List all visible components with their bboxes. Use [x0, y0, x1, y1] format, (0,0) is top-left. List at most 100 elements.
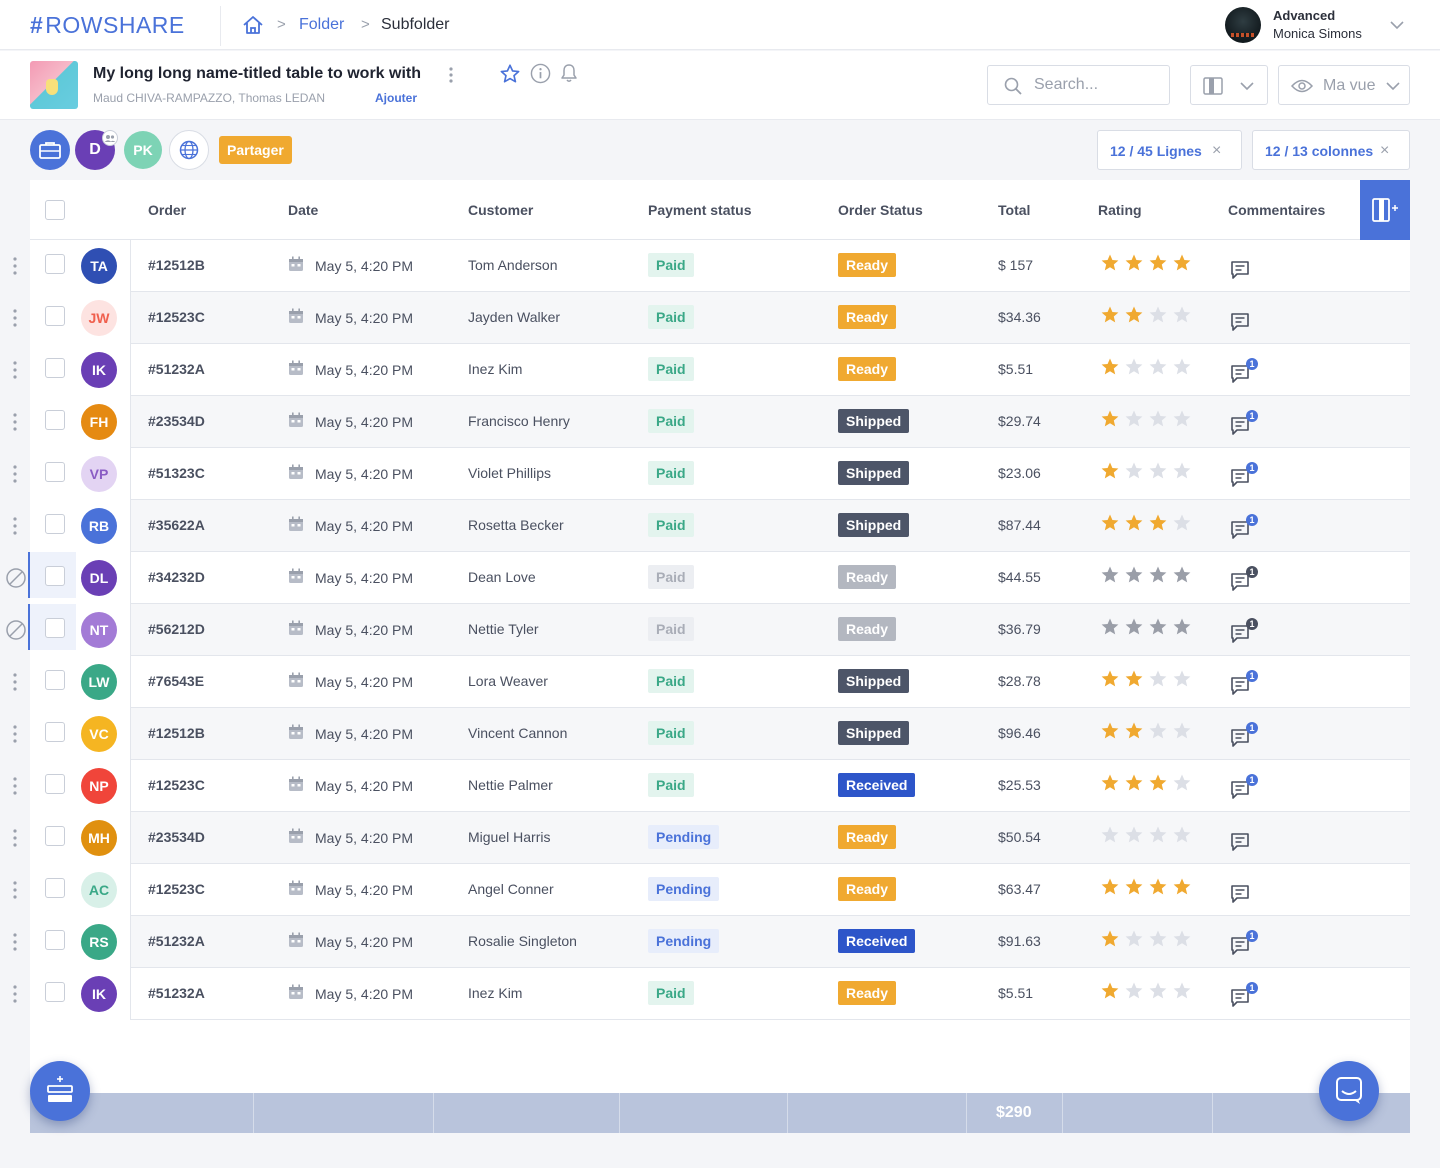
rating-stars[interactable]: [1100, 409, 1200, 431]
comment-icon[interactable]: [1230, 878, 1264, 908]
row-checkbox[interactable]: [45, 826, 65, 846]
comment-icon[interactable]: 1: [1230, 358, 1264, 388]
order-id[interactable]: #12523C: [148, 881, 205, 897]
add-author-link[interactable]: Ajouter: [375, 91, 417, 105]
row-avatar[interactable]: IK: [81, 976, 117, 1012]
comment-icon[interactable]: 1: [1230, 618, 1264, 648]
row-checkbox[interactable]: [45, 514, 65, 534]
row-avatar[interactable]: VP: [81, 456, 117, 492]
document-title[interactable]: My long long name-titled table to work w…: [93, 65, 421, 83]
row-filter-chip[interactable]: 12 / 45 Lignes ×: [1097, 130, 1242, 170]
chevron-down-icon[interactable]: [1390, 20, 1404, 30]
user-avatar[interactable]: [1225, 7, 1261, 43]
comment-icon[interactable]: 1: [1230, 722, 1264, 752]
order-id[interactable]: #51232A: [148, 933, 205, 949]
row-checkbox[interactable]: [45, 670, 65, 690]
star-icon[interactable]: [1148, 981, 1168, 1001]
row-avatar[interactable]: LW: [81, 664, 117, 700]
row-avatar[interactable]: RB: [81, 508, 117, 544]
star-icon[interactable]: [1172, 461, 1192, 481]
rating-stars[interactable]: [1100, 513, 1200, 535]
row-checkbox[interactable]: [45, 254, 65, 274]
star-icon[interactable]: [1100, 981, 1120, 1001]
star-icon[interactable]: [1100, 825, 1120, 845]
rating-stars[interactable]: [1100, 565, 1200, 587]
row-checkbox[interactable]: [45, 722, 65, 742]
order-id[interactable]: #35622A: [148, 517, 205, 533]
drag-handle-icon[interactable]: [12, 360, 18, 380]
column-header-rating[interactable]: Rating: [1098, 202, 1142, 218]
star-icon[interactable]: [1124, 357, 1144, 377]
row-avatar[interactable]: RS: [81, 924, 117, 960]
favorite-star-icon[interactable]: [499, 63, 521, 85]
star-icon[interactable]: [1148, 461, 1168, 481]
select-all-checkbox[interactable]: [45, 200, 65, 220]
more-options-icon[interactable]: [448, 66, 454, 84]
star-icon[interactable]: [1172, 981, 1192, 1001]
drag-handle-icon[interactable]: [12, 464, 18, 484]
star-icon[interactable]: [1100, 669, 1120, 689]
row-avatar[interactable]: AC: [81, 872, 117, 908]
row-avatar[interactable]: TA: [81, 248, 117, 284]
star-icon[interactable]: [1148, 253, 1168, 273]
order-id[interactable]: #23534D: [148, 413, 205, 429]
row-checkbox[interactable]: [45, 618, 65, 638]
star-icon[interactable]: [1100, 773, 1120, 793]
public-link-button[interactable]: [169, 130, 209, 170]
close-icon[interactable]: ×: [1380, 142, 1389, 160]
star-icon[interactable]: [1124, 877, 1144, 897]
rating-stars[interactable]: [1100, 773, 1200, 795]
drag-handle-icon[interactable]: [12, 672, 18, 692]
star-icon[interactable]: [1124, 773, 1144, 793]
star-icon[interactable]: [1148, 773, 1168, 793]
star-icon[interactable]: [1124, 617, 1144, 637]
star-icon[interactable]: [1100, 357, 1120, 377]
star-icon[interactable]: [1172, 669, 1192, 689]
row-checkbox[interactable]: [45, 566, 65, 586]
star-icon[interactable]: [1124, 409, 1144, 429]
row-checkbox[interactable]: [45, 878, 65, 898]
comment-icon[interactable]: 1: [1230, 566, 1264, 596]
row-checkbox[interactable]: [45, 930, 65, 950]
rating-stars[interactable]: [1100, 253, 1200, 275]
star-icon[interactable]: [1148, 721, 1168, 741]
comment-icon[interactable]: 1: [1230, 410, 1264, 440]
drag-handle-icon[interactable]: [12, 776, 18, 796]
add-column-button[interactable]: [1360, 180, 1410, 240]
star-icon[interactable]: [1148, 929, 1168, 949]
row-checkbox[interactable]: [45, 410, 65, 430]
column-header-order-status[interactable]: Order Status: [838, 202, 923, 218]
row-checkbox[interactable]: [45, 774, 65, 794]
drag-handle-icon[interactable]: [12, 724, 18, 744]
star-icon[interactable]: [1148, 877, 1168, 897]
comment-icon[interactable]: [1230, 306, 1264, 336]
star-icon[interactable]: [1124, 513, 1144, 533]
rating-stars[interactable]: [1100, 357, 1200, 379]
workspace-button[interactable]: [30, 130, 70, 170]
row-avatar[interactable]: IK: [81, 352, 117, 388]
star-icon[interactable]: [1124, 981, 1144, 1001]
star-icon[interactable]: [1148, 617, 1168, 637]
drag-handle-icon[interactable]: [12, 412, 18, 432]
breadcrumb-folder[interactable]: Folder: [299, 16, 344, 34]
order-id[interactable]: #51232A: [148, 361, 205, 377]
drag-handle-icon[interactable]: [12, 308, 18, 328]
star-icon[interactable]: [1100, 877, 1120, 897]
star-icon[interactable]: [1100, 305, 1120, 325]
star-icon[interactable]: [1124, 825, 1144, 845]
comment-icon[interactable]: 1: [1230, 514, 1264, 544]
star-icon[interactable]: [1100, 513, 1120, 533]
star-icon[interactable]: [1100, 929, 1120, 949]
star-icon[interactable]: [1124, 461, 1144, 481]
drag-handle-icon[interactable]: [12, 516, 18, 536]
star-icon[interactable]: [1148, 565, 1168, 585]
drag-handle-icon[interactable]: [12, 828, 18, 848]
comment-icon[interactable]: [1230, 254, 1264, 284]
rating-stars[interactable]: [1100, 617, 1200, 639]
star-icon[interactable]: [1172, 565, 1192, 585]
order-id[interactable]: #23534D: [148, 829, 205, 845]
order-id[interactable]: #34232D: [148, 569, 205, 585]
notification-bell-icon[interactable]: [560, 63, 578, 83]
star-icon[interactable]: [1100, 253, 1120, 273]
star-icon[interactable]: [1100, 461, 1120, 481]
